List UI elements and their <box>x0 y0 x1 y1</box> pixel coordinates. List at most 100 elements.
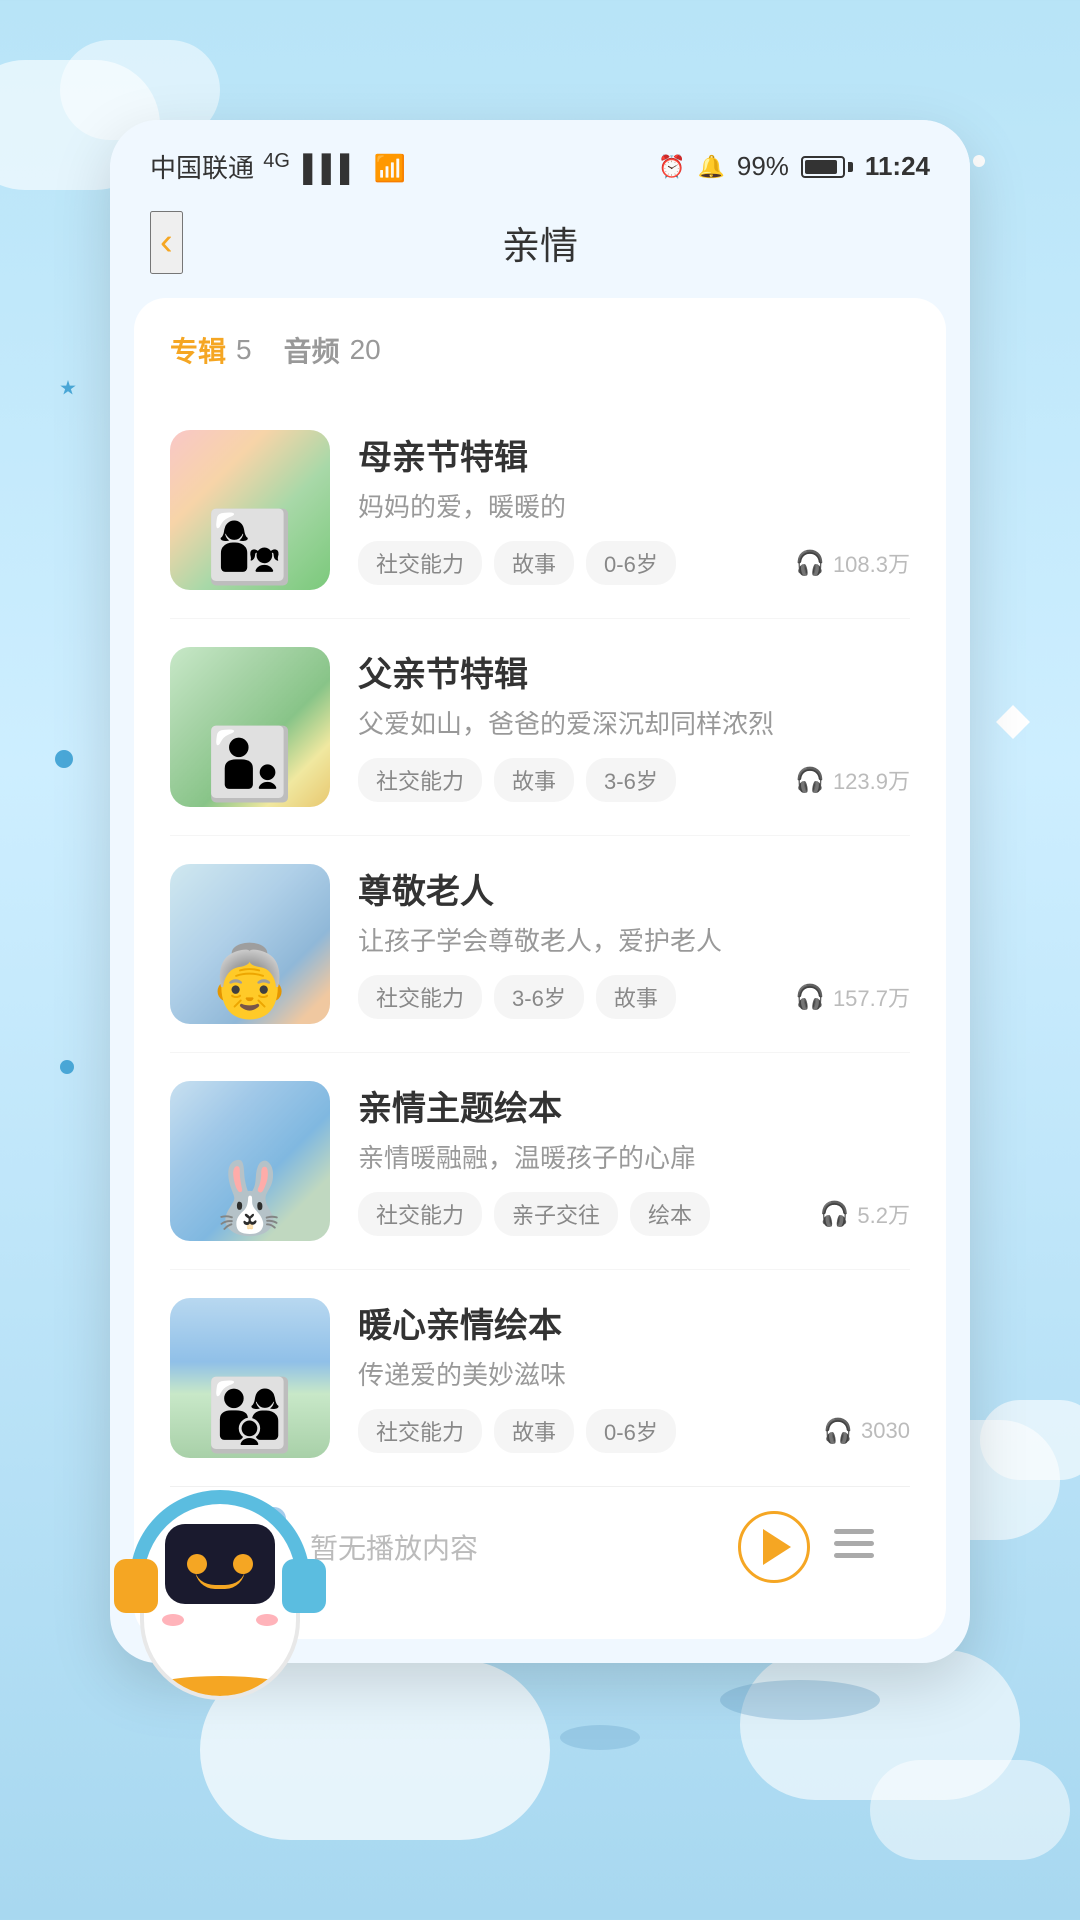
album-tags-2: 社交能力 故事 3-6岁 🎧 123.9万 <box>358 758 910 802</box>
album-thumb-2: 👨‍👦 <box>170 647 330 807</box>
tag-age-2: 3-6岁 <box>586 758 676 802</box>
robot-figure <box>120 1500 320 1700</box>
album-title-1: 母亲节特辑 <box>358 430 910 479</box>
album-info-4: 亲情主题绘本 亲情暖融融，温暖孩子的心扉 社交能力 亲子交往 绘本 🎧 5.2万 <box>358 1081 910 1236</box>
play-count-1: 🎧 108.3万 <box>795 547 910 579</box>
thumb-figure-2: 👨‍👦 <box>206 729 293 799</box>
album-desc-4: 亲情暖融融，温暖孩子的心扉 <box>358 1140 910 1176</box>
star-decoration <box>60 380 76 396</box>
album-info-1: 母亲节特辑 妈妈的爱，暖暖的 社交能力 故事 0-6岁 🎧 108.3万 <box>358 430 910 585</box>
status-bar: 中国联通 4G ▌▌▌ 📶 ⏰ 🔔 99% 11:24 <box>110 120 970 201</box>
album-title-4: 亲情主题绘本 <box>358 1081 910 1130</box>
bottom-cloud-3 <box>870 1760 1070 1860</box>
album-desc-1: 妈妈的爱，暖暖的 <box>358 489 910 525</box>
play-count-3: 🎧 157.7万 <box>795 981 910 1013</box>
dot-decoration-3 <box>973 155 985 167</box>
status-right: ⏰ 🔔 99% 11:24 <box>658 151 930 182</box>
nav-bar: ‹ 亲情 <box>110 201 970 298</box>
tag-social-1: 社交能力 <box>358 541 482 585</box>
album-tags-5: 社交能力 故事 0-6岁 🎧 3030 <box>358 1409 910 1453</box>
clock-time: 11:24 <box>865 151 930 182</box>
player-no-content: 暂无播放内容 <box>310 1527 738 1567</box>
tag-story-1: 故事 <box>494 541 574 585</box>
album-thumb-1: 👩‍👧 <box>170 430 330 590</box>
album-tags-4: 社交能力 亲子交往 绘本 🎧 5.2万 <box>358 1192 910 1236</box>
diamond-decoration <box>996 705 1030 739</box>
album-desc-5: 传递爱的美妙滋味 <box>358 1357 910 1393</box>
album-item-1[interactable]: 👩‍👧 母亲节特辑 妈妈的爱，暖暖的 社交能力 故事 0-6岁 🎧 108.3万 <box>170 402 910 619</box>
album-desc-2: 父爱如山，爸爸的爱深沉却同样浓烈 <box>358 706 910 742</box>
robot-cheek-left <box>162 1614 184 1626</box>
phone-card: 中国联通 4G ▌▌▌ 📶 ⏰ 🔔 99% 11:24 ‹ 亲情 专辑 <box>110 120 970 1663</box>
battery-icon <box>801 156 853 178</box>
headphone-icon-1: 🎧 <box>795 549 825 578</box>
headphone-icon-2: 🎧 <box>795 766 825 795</box>
headphone-right-pad <box>282 1559 326 1613</box>
player-play-button[interactable] <box>738 1511 810 1583</box>
tag-age-3: 3-6岁 <box>494 975 584 1019</box>
play-count-5: 🎧 3030 <box>823 1417 910 1446</box>
audio-stat-label: 音频 <box>284 330 340 370</box>
tag-social-5: 社交能力 <box>358 1409 482 1453</box>
wifi-icon: 📶 <box>374 153 406 183</box>
album-thumb-5: 👨‍👩‍👦 <box>170 1298 330 1458</box>
album-stat-count: 5 <box>236 334 252 366</box>
tag-story-2: 故事 <box>494 758 574 802</box>
alarm-icon: ⏰ <box>658 154 685 180</box>
album-item-2[interactable]: 👨‍👦 父亲节特辑 父爱如山，爸爸的爱深沉却同样浓烈 社交能力 故事 3-6岁 … <box>170 619 910 836</box>
headphone-icon-5: 🎧 <box>823 1417 853 1446</box>
album-title-2: 父亲节特辑 <box>358 647 910 696</box>
thumb-figure-3: 👵 <box>206 946 293 1016</box>
play-count-value-2: 123.9万 <box>833 764 910 796</box>
album-thumb-4: 🐰 <box>170 1081 330 1241</box>
headphone-icon-4: 🎧 <box>820 1200 850 1229</box>
headphone-icon-3: 🎧 <box>795 983 825 1012</box>
album-info-3: 尊敬老人 让孩子学会尊敬老人，爱护老人 社交能力 3-6岁 故事 🎧 157.7… <box>358 864 910 1019</box>
album-tags-3: 社交能力 3-6岁 故事 🎧 157.7万 <box>358 975 910 1019</box>
dot-decoration-1 <box>55 750 73 768</box>
carrier-info: 中国联通 4G ▌▌▌ 📶 <box>150 148 406 185</box>
tag-age-1: 0-6岁 <box>586 541 676 585</box>
main-content: 专辑 5 音频 20 👩‍👧 母亲节特辑 妈妈的爱，暖暖的 社交能力 <box>134 298 946 1639</box>
tag-story-3: 故事 <box>596 975 676 1019</box>
play-count-value-4: 5.2万 <box>857 1198 910 1230</box>
audio-stat: 音频 20 <box>284 330 381 370</box>
player-list-button[interactable] <box>834 1526 874 1568</box>
play-count-value-3: 157.7万 <box>833 981 910 1013</box>
album-info-2: 父亲节特辑 父爱如山，爸爸的爱深沉却同样浓烈 社交能力 故事 3-6岁 🎧 12… <box>358 647 910 802</box>
album-stat-label: 专辑 <box>170 330 226 370</box>
album-item-4[interactable]: 🐰 亲情主题绘本 亲情暖融融，温暖孩子的心扉 社交能力 亲子交往 绘本 🎧 5.… <box>170 1053 910 1270</box>
thumb-figure-1: 👩‍👧 <box>206 512 293 582</box>
audio-stat-count: 20 <box>350 334 381 366</box>
dot-decoration-2 <box>60 1060 74 1074</box>
thumb-figure-5: 👨‍👩‍👦 <box>206 1380 293 1450</box>
back-button[interactable]: ‹ <box>150 211 183 274</box>
tag-book-4: 绘本 <box>630 1192 710 1236</box>
play-count-4: 🎧 5.2万 <box>820 1198 910 1230</box>
play-count-value-1: 108.3万 <box>833 547 910 579</box>
tag-social-2: 社交能力 <box>358 758 482 802</box>
album-item-5[interactable]: 👨‍👩‍👦 暖心亲情绘本 传递爱的美妙滋味 社交能力 故事 0-6岁 🎧 303… <box>170 1270 910 1486</box>
shadow-oval-2 <box>560 1725 640 1750</box>
headphone-left-pad <box>114 1559 158 1613</box>
shadow-oval-1 <box>720 1680 880 1720</box>
network-type: 4G <box>263 150 290 172</box>
robot-cheek-right <box>256 1614 278 1626</box>
album-title-3: 尊敬老人 <box>358 864 910 913</box>
playlist-icon <box>834 1527 874 1559</box>
play-triangle-icon <box>763 1529 791 1565</box>
tag-story-5: 故事 <box>494 1409 574 1453</box>
album-stat: 专辑 5 <box>170 330 252 370</box>
bell-icon: 🔔 <box>697 154 724 180</box>
tag-age-5: 0-6岁 <box>586 1409 676 1453</box>
stats-row: 专辑 5 音频 20 <box>170 330 910 370</box>
signal-icon: ▌▌▌ <box>303 153 358 183</box>
page-title: 亲情 <box>502 215 578 270</box>
album-item-3[interactable]: 👵 尊敬老人 让孩子学会尊敬老人，爱护老人 社交能力 3-6岁 故事 🎧 157… <box>170 836 910 1053</box>
album-desc-3: 让孩子学会尊敬老人，爱护老人 <box>358 923 910 959</box>
album-title-5: 暖心亲情绘本 <box>358 1298 910 1347</box>
album-tags-1: 社交能力 故事 0-6岁 🎧 108.3万 <box>358 541 910 585</box>
carrier-name: 中国联通 <box>150 153 254 183</box>
play-count-value-5: 3030 <box>861 1418 910 1444</box>
robot-base-ring <box>155 1676 285 1696</box>
